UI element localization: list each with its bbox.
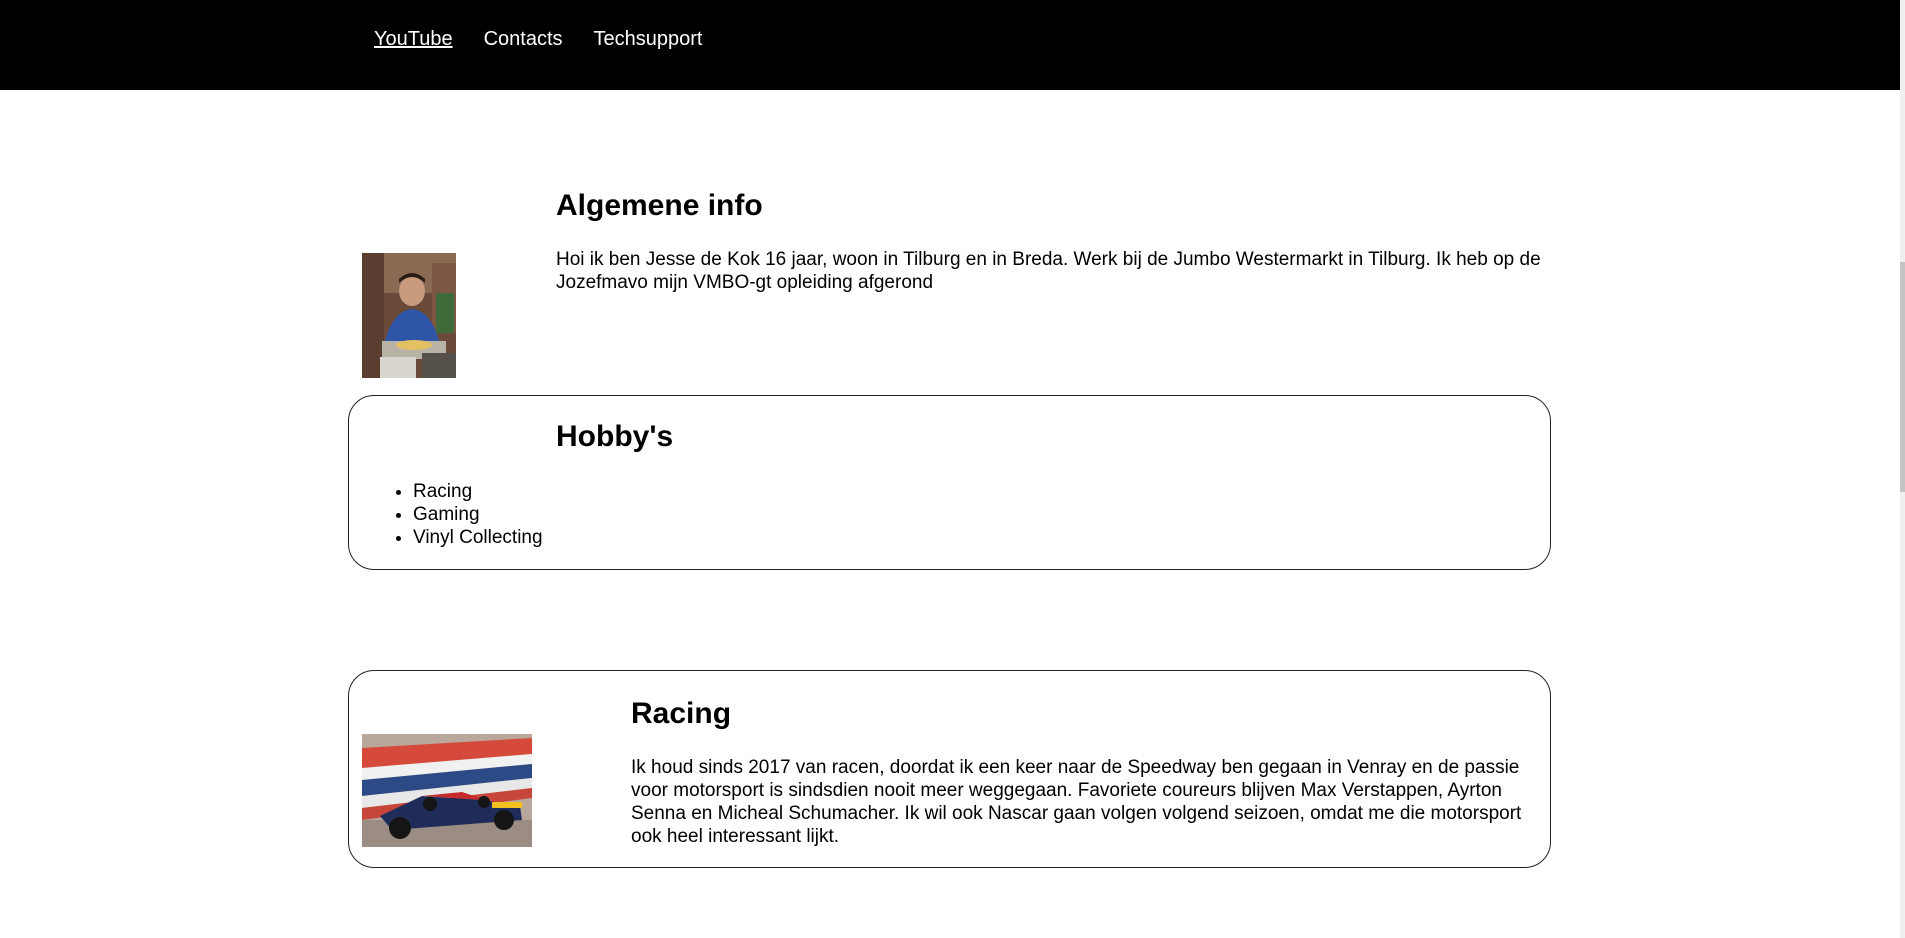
list-item: Gaming: [413, 503, 543, 526]
scrollbar-thumb[interactable]: [1900, 262, 1905, 492]
hobbies-heading: Hobby's: [556, 420, 674, 453]
hobbies-list: Racing Gaming Vinyl Collecting: [375, 480, 543, 549]
nav-link-techsupport[interactable]: Techsupport: [594, 27, 703, 51]
racing-car-photo: [362, 734, 532, 847]
racing-heading: Racing: [631, 697, 732, 730]
info-paragraph: Hoi ik ben Jesse de Kok 16 jaar, woon in…: [556, 249, 1541, 293]
list-item: Racing: [413, 480, 543, 503]
racing-card: Racing Ik houd sinds 2017 van racen, doo…: [348, 670, 1551, 868]
page: YouTube Contacts Techsupport Algemene in…: [0, 0, 1905, 938]
vertical-scrollbar[interactable]: [1900, 0, 1905, 938]
nav-link-youtube[interactable]: YouTube: [374, 27, 453, 51]
top-navbar: YouTube Contacts Techsupport: [0, 0, 1900, 90]
racing-paragraph: Ik houd sinds 2017 van racen, doordat ik…: [631, 757, 1522, 847]
profile-photo: [362, 253, 456, 378]
info-heading: Algemene info: [556, 189, 763, 222]
main-nav: YouTube Contacts Techsupport: [374, 27, 703, 51]
nav-link-contacts[interactable]: Contacts: [484, 27, 563, 51]
hobbies-card: Hobby's Racing Gaming Vinyl Collecting: [348, 395, 1551, 570]
list-item: Vinyl Collecting: [413, 526, 543, 549]
